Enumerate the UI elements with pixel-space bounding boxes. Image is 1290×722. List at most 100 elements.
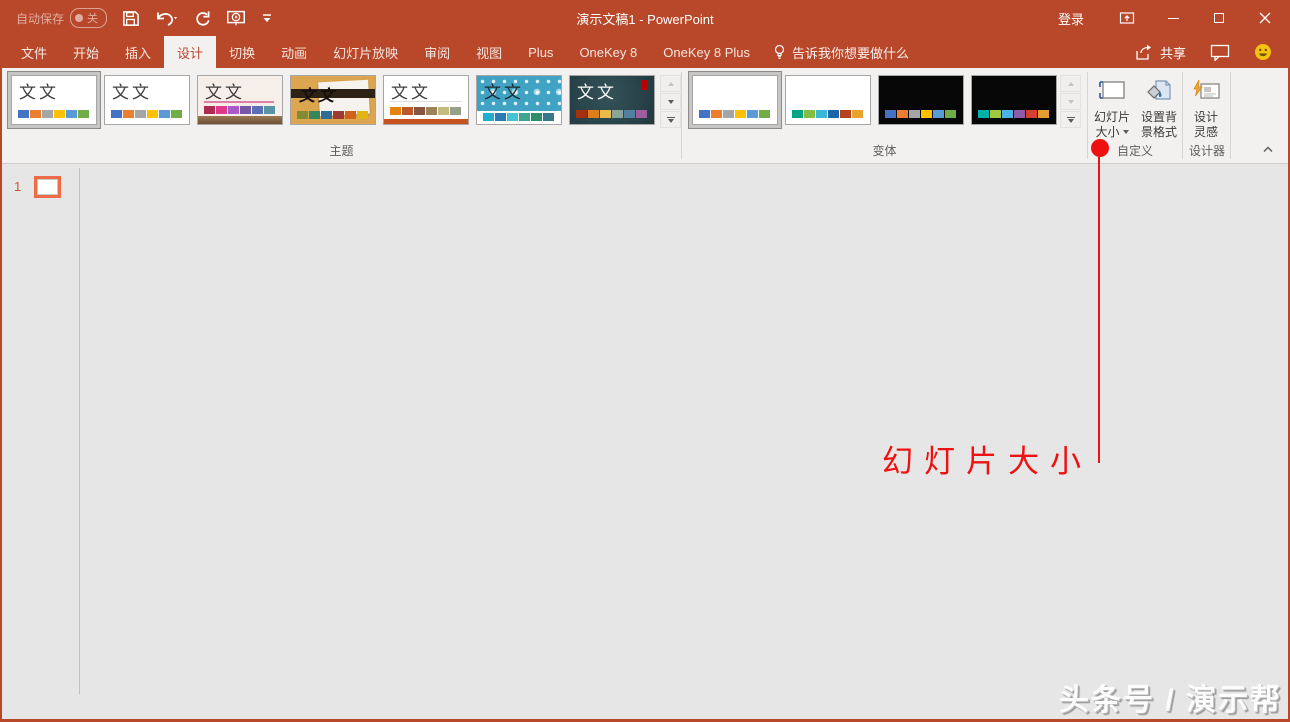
group-separator	[1230, 72, 1231, 159]
save-button[interactable]	[121, 9, 140, 28]
themes-scroll-up-button[interactable]	[660, 75, 681, 92]
tab-design[interactable]: 设计	[164, 36, 217, 68]
theme-color-swatches	[297, 111, 368, 119]
tab-onekey8plus[interactable]: OneKey 8 Plus	[650, 36, 763, 68]
undo-icon	[157, 12, 178, 26]
tab-home[interactable]: 开始	[60, 36, 112, 68]
format-background-icon	[1144, 74, 1174, 110]
theme-color-swatches	[390, 107, 461, 115]
designer-group-label: 设计器	[1188, 144, 1225, 158]
variant-3[interactable]	[878, 75, 964, 125]
variants-more-button[interactable]	[1060, 111, 1081, 128]
tab-animations[interactable]: 动画	[268, 36, 320, 68]
theme-color-swatches	[18, 110, 89, 118]
comment-icon	[1210, 44, 1230, 61]
start-slideshow-button[interactable]	[225, 8, 247, 28]
undo-dropdown-caret	[174, 16, 178, 19]
maximize-icon	[1214, 13, 1224, 23]
variant-color-swatches	[699, 110, 770, 118]
sign-in-button[interactable]: 登录	[1038, 0, 1104, 36]
variants-scroll-down-button[interactable]	[1060, 93, 1081, 110]
variant-color-swatches	[978, 110, 1049, 118]
comments-button[interactable]	[1210, 44, 1230, 61]
gallery-more-icon	[667, 118, 674, 123]
variants-group-label: 变体	[872, 144, 897, 158]
theme-sample-text: 文文	[299, 88, 338, 105]
variants-scroll-up-button[interactable]	[1060, 75, 1081, 92]
tab-insert[interactable]: 插入	[112, 36, 164, 68]
theme-sample-text: 文文	[112, 83, 152, 102]
minimize-icon	[1167, 17, 1179, 19]
dropdown-caret-icon	[1122, 130, 1129, 134]
variant-color-swatches	[792, 110, 863, 118]
theme-office[interactable]: 文文	[11, 75, 97, 125]
ribbon-display-options-button[interactable]	[1104, 0, 1150, 36]
tab-view[interactable]: 视图	[463, 36, 515, 68]
panel-divider[interactable]	[79, 168, 80, 694]
undo-button[interactable]	[154, 9, 178, 28]
themes-gallery: 文文 文文 文文 文文 文文 文文 文文	[11, 75, 655, 125]
quick-access-toolbar: 自动保存 关	[16, 8, 273, 28]
variant-4[interactable]	[971, 75, 1057, 125]
share-label: 共享	[1159, 45, 1186, 61]
slideshow-icon	[227, 10, 245, 26]
themes-scroll-down-button[interactable]	[660, 93, 681, 110]
theme-color-swatches	[111, 110, 182, 118]
share-icon	[1136, 44, 1151, 60]
themes-more-button[interactable]	[660, 111, 681, 128]
redo-button[interactable]	[192, 9, 211, 28]
slide-thumbnail-1[interactable]	[34, 176, 61, 198]
slide-size-icon	[1096, 74, 1128, 110]
tab-plus[interactable]: Plus	[515, 36, 566, 68]
variants-gallery-scrollbar	[1060, 75, 1081, 128]
theme-sample-text: 文文	[577, 83, 617, 102]
ribbon-tab-row: 文件 开始 插入 设计 切换 动画 幻灯片放映 审阅 视图 Plus OneKe…	[2, 36, 1288, 68]
autosave-pill: 关	[70, 8, 108, 28]
maximize-button[interactable]	[1196, 0, 1242, 36]
tab-review[interactable]: 审阅	[411, 36, 463, 68]
theme-7[interactable]: 文文	[569, 75, 655, 125]
variant-1[interactable]	[692, 75, 778, 125]
variant-color-swatches	[885, 110, 956, 118]
title-bar: 自动保存 关 演示文稿1 - PowerPoint 登录	[2, 0, 1288, 36]
ribbon-display-options-icon	[1119, 12, 1135, 24]
themes-group-label: 主题	[329, 144, 354, 158]
scroll-up-icon	[1067, 81, 1074, 86]
tab-slideshow[interactable]: 幻灯片放映	[320, 36, 411, 68]
redo-icon	[196, 10, 210, 26]
theme-sample-text: 文文	[19, 83, 59, 102]
theme-3[interactable]: 文文	[197, 75, 283, 125]
smiley-icon	[1255, 44, 1271, 60]
tab-onekey8[interactable]: OneKey 8	[566, 36, 650, 68]
lightbulb-icon	[774, 44, 785, 60]
tell-me-label: 告诉我你想要做什么	[791, 45, 909, 61]
scroll-up-icon	[667, 81, 674, 86]
theme-sample-text: 文文	[205, 83, 245, 102]
theme-color-swatches	[576, 110, 647, 118]
customize-qat-button[interactable]	[261, 11, 273, 25]
theme-4[interactable]: 文文	[290, 75, 376, 125]
qat-more-icon	[263, 14, 272, 22]
theme-5[interactable]: 文文	[383, 75, 469, 125]
variant-2[interactable]	[785, 75, 871, 125]
share-button[interactable]: 共享	[1134, 43, 1186, 62]
autosave-label: 自动保存	[16, 11, 65, 26]
autosave-knob-icon	[75, 14, 84, 22]
theme-2[interactable]: 文文	[104, 75, 190, 125]
design-ideas-icon	[1191, 74, 1221, 110]
gallery-more-icon	[1067, 118, 1074, 123]
theme-6[interactable]: 文文	[476, 75, 562, 125]
minimize-button[interactable]	[1150, 0, 1196, 36]
close-button[interactable]	[1242, 0, 1288, 36]
theme-sample-text: 文文	[484, 83, 524, 102]
feedback-smiley-button[interactable]	[1254, 43, 1272, 61]
tab-transitions[interactable]: 切换	[216, 36, 268, 68]
save-icon	[123, 10, 139, 26]
tab-file[interactable]: 文件	[8, 36, 60, 68]
collapse-ribbon-button[interactable]	[1260, 139, 1276, 158]
tell-me-box[interactable]: 告诉我你想要做什么	[773, 36, 909, 68]
workspace: 1	[2, 164, 1288, 719]
theme-color-swatches	[483, 113, 554, 121]
autosave-toggle[interactable]: 自动保存 关	[16, 8, 108, 28]
scroll-down-icon	[667, 99, 674, 104]
